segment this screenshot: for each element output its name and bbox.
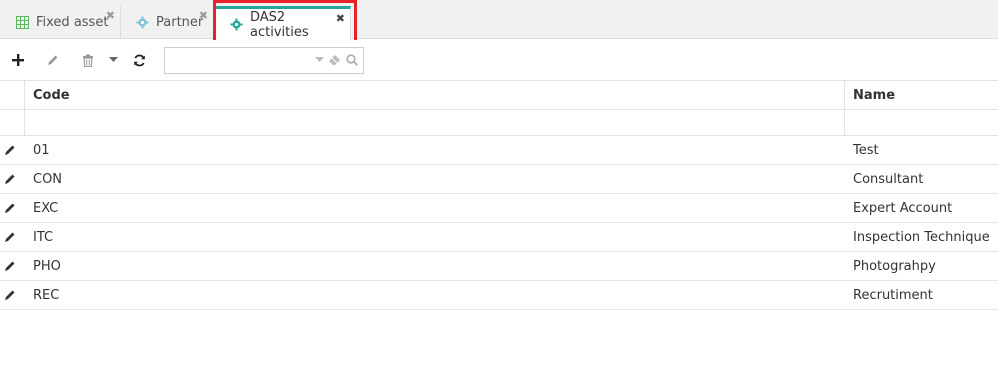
tab-label: Partner	[156, 15, 204, 30]
cell-name: Expert Account	[853, 201, 953, 216]
table-row[interactable]: REC Recrutiment	[0, 281, 998, 310]
pencil-icon	[47, 54, 59, 66]
trash-icon	[82, 54, 94, 67]
cell-name: Recrutiment	[853, 288, 933, 303]
toolbar	[0, 40, 998, 81]
search-box	[164, 47, 364, 74]
caret-down-icon[interactable]	[312, 53, 326, 67]
filter-row	[0, 110, 998, 136]
tab-label: DAS2 activities	[250, 9, 309, 40]
tab-das2-activities[interactable]: DAS2 activities ✖	[215, 6, 351, 40]
cell-code: ITC	[33, 230, 54, 245]
cell-name: Test	[853, 143, 879, 158]
close-icon[interactable]: ✖	[336, 13, 345, 24]
search-icon[interactable]	[345, 53, 359, 67]
close-icon[interactable]: ✖	[106, 10, 115, 21]
add-button[interactable]	[8, 50, 28, 70]
gear-icon	[136, 16, 149, 30]
pencil-icon[interactable]	[3, 201, 17, 215]
cell-code: PHO	[33, 259, 61, 274]
table-row[interactable]: PHO Photograhpy	[0, 252, 998, 281]
grid-header: Code Name	[0, 81, 998, 110]
cell-code: EXC	[33, 201, 59, 216]
edit-button[interactable]	[43, 50, 63, 70]
table-icon	[15, 16, 29, 30]
pencil-icon[interactable]	[3, 230, 17, 244]
cell-name: Inspection Technique	[853, 230, 990, 245]
plus-icon	[12, 54, 24, 66]
refresh-icon	[133, 54, 146, 67]
tab-partner[interactable]: Partner ✖	[121, 6, 214, 39]
pencil-icon[interactable]	[3, 288, 17, 302]
cell-code: 01	[33, 143, 50, 158]
tab-fixed-asset[interactable]: Fixed asset ✖	[0, 6, 121, 39]
delete-button[interactable]	[78, 50, 98, 70]
gear-icon	[230, 18, 243, 32]
column-header-name[interactable]: Name	[853, 88, 895, 103]
caret-down-icon	[108, 57, 118, 63]
cell-code: CON	[33, 172, 63, 187]
table-row[interactable]: ITC Inspection Technique	[0, 223, 998, 252]
close-icon[interactable]: ✖	[199, 10, 208, 21]
table-row[interactable]: CON Consultant	[0, 165, 998, 194]
tab-label: Fixed asset	[36, 15, 109, 30]
data-grid: Code Name 01 Test CON Consultant EXC Exp…	[0, 81, 998, 310]
delete-dropdown-button[interactable]	[103, 50, 123, 70]
table-row[interactable]: 01 Test	[0, 136, 998, 165]
search-input[interactable]	[165, 48, 305, 73]
refresh-button[interactable]	[129, 50, 149, 70]
cell-code: REC	[33, 288, 60, 303]
eraser-icon[interactable]	[327, 53, 341, 67]
cell-name: Photograhpy	[853, 259, 936, 274]
pencil-icon[interactable]	[3, 143, 17, 157]
table-row[interactable]: EXC Expert Account	[0, 194, 998, 223]
column-header-code[interactable]: Code	[33, 88, 70, 103]
tab-bar: Fixed asset ✖ Partner ✖ DAS2 activities …	[0, 0, 998, 44]
cell-name: Consultant	[853, 172, 924, 187]
pencil-icon[interactable]	[3, 172, 17, 186]
pencil-icon[interactable]	[3, 259, 17, 273]
